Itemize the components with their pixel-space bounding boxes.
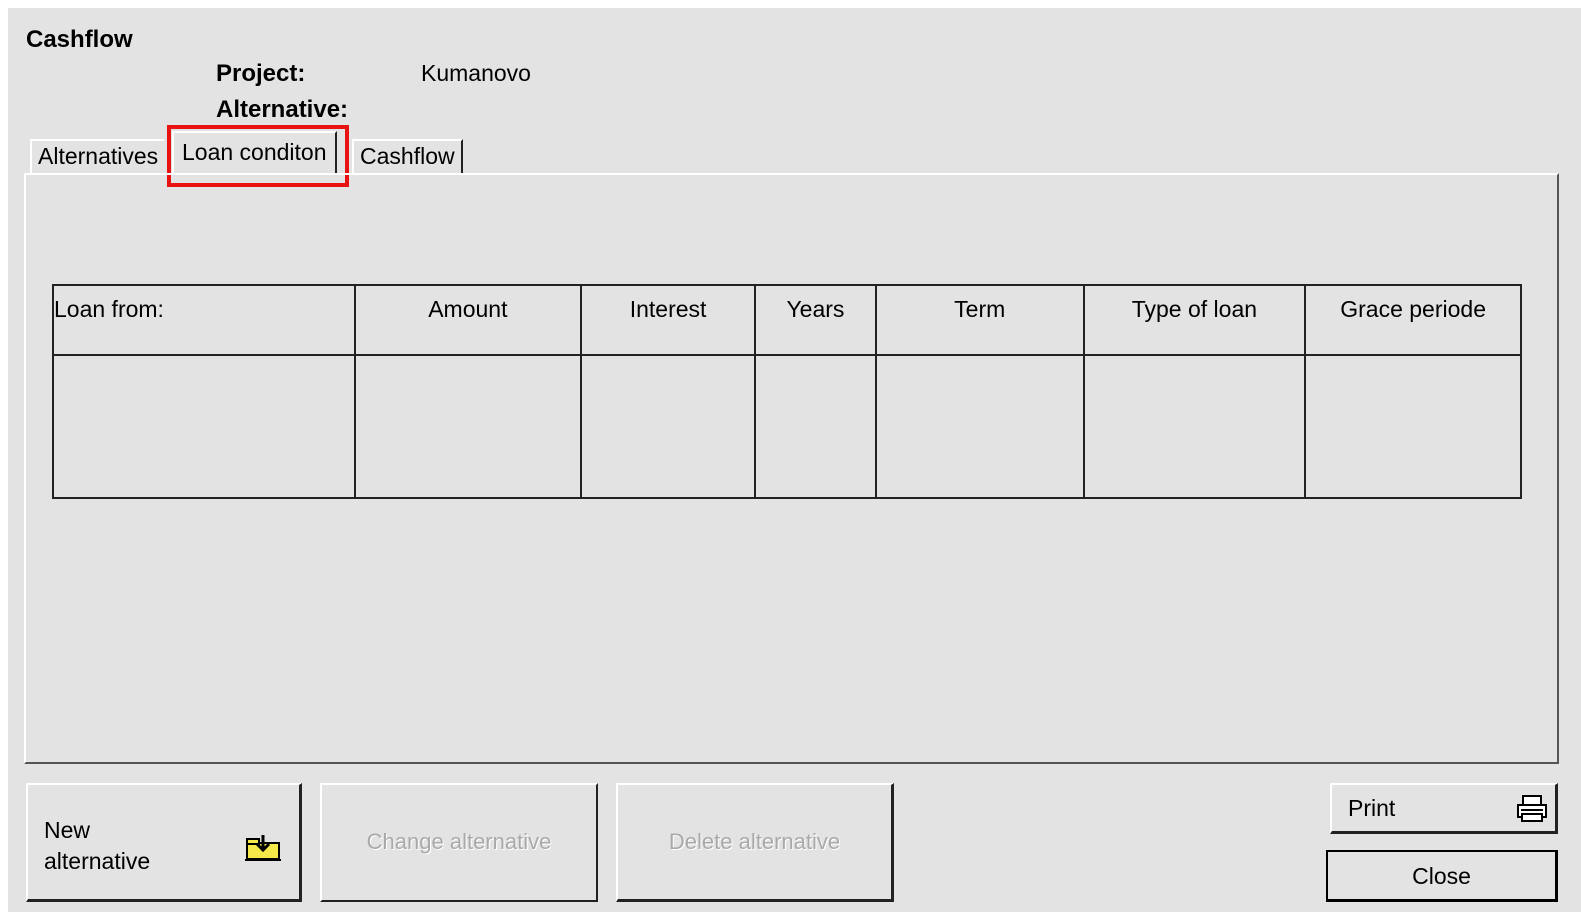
print-label: Print xyxy=(1348,795,1396,821)
import-folder-icon xyxy=(245,835,281,861)
project-label: Project: xyxy=(216,60,306,87)
table-cell[interactable] xyxy=(580,354,756,499)
table-cell[interactable] xyxy=(52,354,356,499)
table-row[interactable] xyxy=(52,354,1522,499)
table-cell[interactable] xyxy=(874,354,1085,499)
column-header-loan-from[interactable]: Loan from: xyxy=(52,284,356,356)
close-label: Close xyxy=(1412,863,1471,889)
new-alternative-label: New alternative xyxy=(44,817,151,874)
column-header-amount[interactable]: Amount xyxy=(353,284,583,356)
column-header-term[interactable]: Term xyxy=(874,284,1085,356)
column-header-grace-periode[interactable]: Grace periode xyxy=(1304,284,1522,356)
column-header-type-of-loan[interactable]: Type of loan xyxy=(1082,284,1307,356)
column-header-interest[interactable]: Interest xyxy=(580,284,756,356)
delete-alternative-label: Delete alternative xyxy=(668,829,841,854)
table-cell[interactable] xyxy=(1082,354,1307,499)
print-button[interactable]: Print xyxy=(1330,783,1558,834)
alternative-label: Alternative: xyxy=(216,96,349,123)
printer-icon xyxy=(1517,795,1547,822)
tab-loan-condition[interactable]: Loan conditon xyxy=(172,131,337,173)
table-cell[interactable] xyxy=(1304,354,1522,499)
delete-alternative-button[interactable]: Delete alternative xyxy=(616,783,894,902)
tab-alternatives[interactable]: Alternatives xyxy=(30,139,165,175)
loan-conditions-table: Loan from: Amount Interest Years Term Ty… xyxy=(52,284,1522,499)
window-title: Cashflow xyxy=(26,26,133,53)
table-cell[interactable] xyxy=(754,354,877,499)
column-header-years[interactable]: Years xyxy=(754,284,877,356)
change-alternative-label: Change alternative xyxy=(366,829,552,854)
close-button[interactable]: Close xyxy=(1326,850,1558,902)
change-alternative-button[interactable]: Change alternative xyxy=(320,783,598,902)
tab-cashflow[interactable]: Cashflow xyxy=(352,139,463,175)
table-cell[interactable] xyxy=(353,354,583,499)
project-value: Kumanovo xyxy=(421,60,531,86)
new-alternative-button[interactable]: New alternative xyxy=(26,783,302,902)
table-header-row: Loan from: Amount Interest Years Term Ty… xyxy=(52,284,1522,356)
